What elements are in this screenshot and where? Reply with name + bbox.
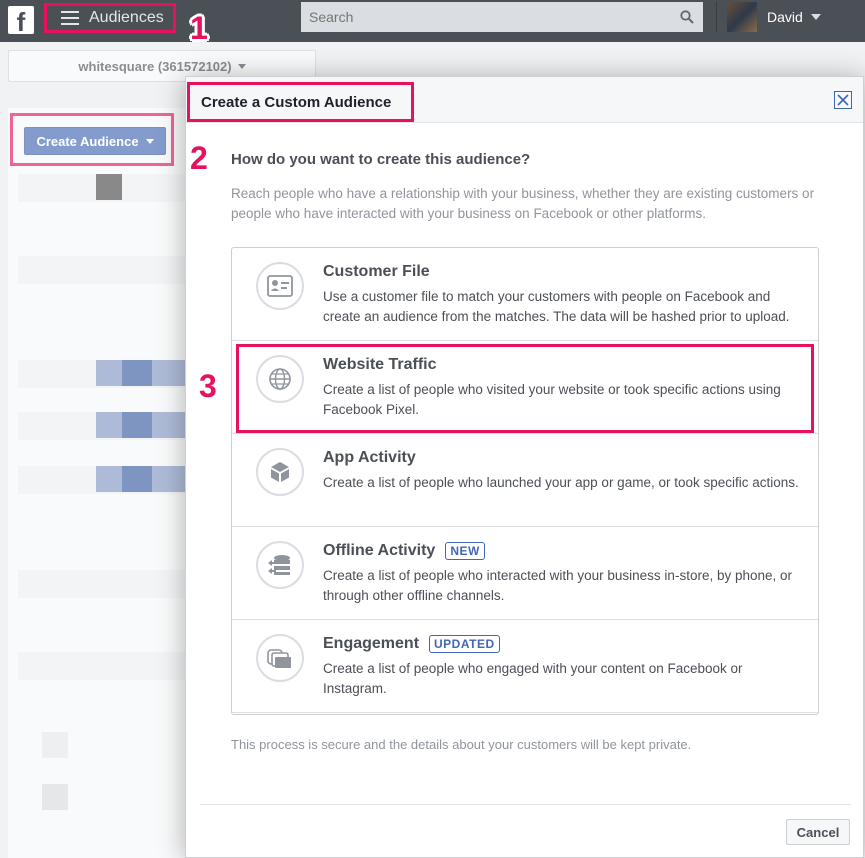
website-traffic-highlight — [236, 344, 814, 433]
option-title: App Activity — [323, 449, 416, 466]
option-engagement[interactable]: Engagement UPDATED Create a list of peop… — [232, 620, 818, 713]
option-description: Use a customer file to match your custom… — [323, 289, 790, 324]
updated-badge: UPDATED — [429, 635, 500, 653]
option-description: Create a list of people who launched you… — [323, 475, 799, 490]
option-app-activity[interactable]: App Activity Create a list of people who… — [232, 434, 818, 527]
facebook-logo-icon[interactable]: f — [8, 6, 34, 37]
search-icon — [680, 10, 694, 24]
dialog-title: Create a Custom Audience — [201, 93, 392, 111]
user-menu[interactable]: David — [716, 2, 821, 32]
option-title: Customer File — [323, 263, 430, 280]
option-description: Create a list of people who engaged with… — [323, 661, 743, 696]
contact-card-icon — [256, 262, 304, 310]
custom-audience-dialog: Create a Custom Audience How do you want… — [185, 76, 864, 858]
option-description: Create a list of people who interacted w… — [323, 568, 793, 603]
option-customer-file[interactable]: Customer File Use a customer file to mat… — [232, 248, 818, 341]
footer-divider — [200, 804, 851, 805]
title-highlight: Create a Custom Audience — [187, 82, 414, 122]
new-badge: NEW — [445, 542, 485, 560]
audiences-menu-button[interactable]: Audiences — [44, 3, 176, 33]
dialog-header: Create a Custom Audience — [186, 77, 863, 123]
cancel-button[interactable]: Cancel — [786, 819, 850, 845]
offline-store-icon — [256, 541, 304, 589]
option-title: Engagement UPDATED — [323, 635, 500, 653]
close-icon — [837, 94, 849, 106]
step-annotation-1: 1 — [190, 10, 208, 46]
search-input[interactable] — [301, 2, 671, 32]
step-annotation-2: 2 — [190, 140, 208, 176]
search-box — [301, 2, 703, 32]
privacy-note: This process is secure and the details a… — [231, 737, 692, 752]
dialog-intro: Reach people who have a relationship wit… — [231, 186, 815, 221]
audience-type-options: Customer File Use a customer file to mat… — [231, 247, 819, 715]
hamburger-menu-icon — [61, 11, 79, 25]
chevron-down-icon[interactable] — [810, 14, 821, 20]
cube-icon — [256, 448, 304, 496]
close-button[interactable] — [834, 91, 852, 109]
option-title: Offline Activity NEW — [323, 542, 485, 560]
option-offline-activity[interactable]: Offline Activity NEW Create a list of pe… — [232, 527, 818, 620]
top-navigation-bar: f Audiences David — [0, 0, 865, 42]
search-button[interactable] — [671, 2, 703, 32]
topbar-divider — [716, 2, 717, 32]
avatar[interactable] — [727, 2, 757, 32]
step-annotation-3: 3 — [199, 368, 217, 404]
engagement-icon — [256, 634, 304, 682]
menu-label: Audiences — [89, 9, 164, 26]
user-name[interactable]: David — [767, 9, 803, 25]
dialog-question: How do you want to create this audience? — [231, 151, 531, 168]
